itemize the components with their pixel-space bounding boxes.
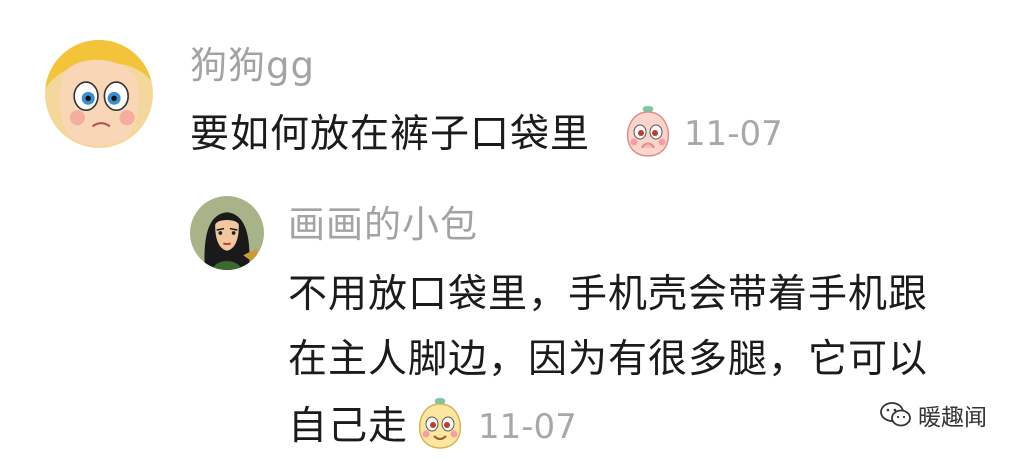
happy-peach-emoji [412, 394, 468, 450]
reply-timestamp: 11-07 [478, 407, 577, 447]
watermark: 暖趣闻 [880, 398, 987, 432]
reply-username[interactable]: 画画的小包 [288, 206, 478, 243]
comment-username[interactable]: 狗狗gg [190, 47, 315, 84]
reply-text-line: 在主人脚边，因为有很多腿，它可以 [288, 337, 929, 382]
avatar[interactable] [45, 40, 153, 148]
reply-avatar[interactable] [190, 196, 264, 270]
shy-peach-emoji [620, 102, 676, 158]
reply-text-line: 不用放口袋里，手机壳会带着手机跟 [288, 272, 929, 317]
watermark-label: 暖趣闻 [918, 405, 987, 431]
comment-timestamp: 11-07 [684, 114, 783, 154]
comment-text: 要如何放在裤子口袋里 [190, 112, 591, 157]
reply-text-line: 自己走 [288, 404, 409, 449]
wechat-icon [880, 401, 912, 429]
